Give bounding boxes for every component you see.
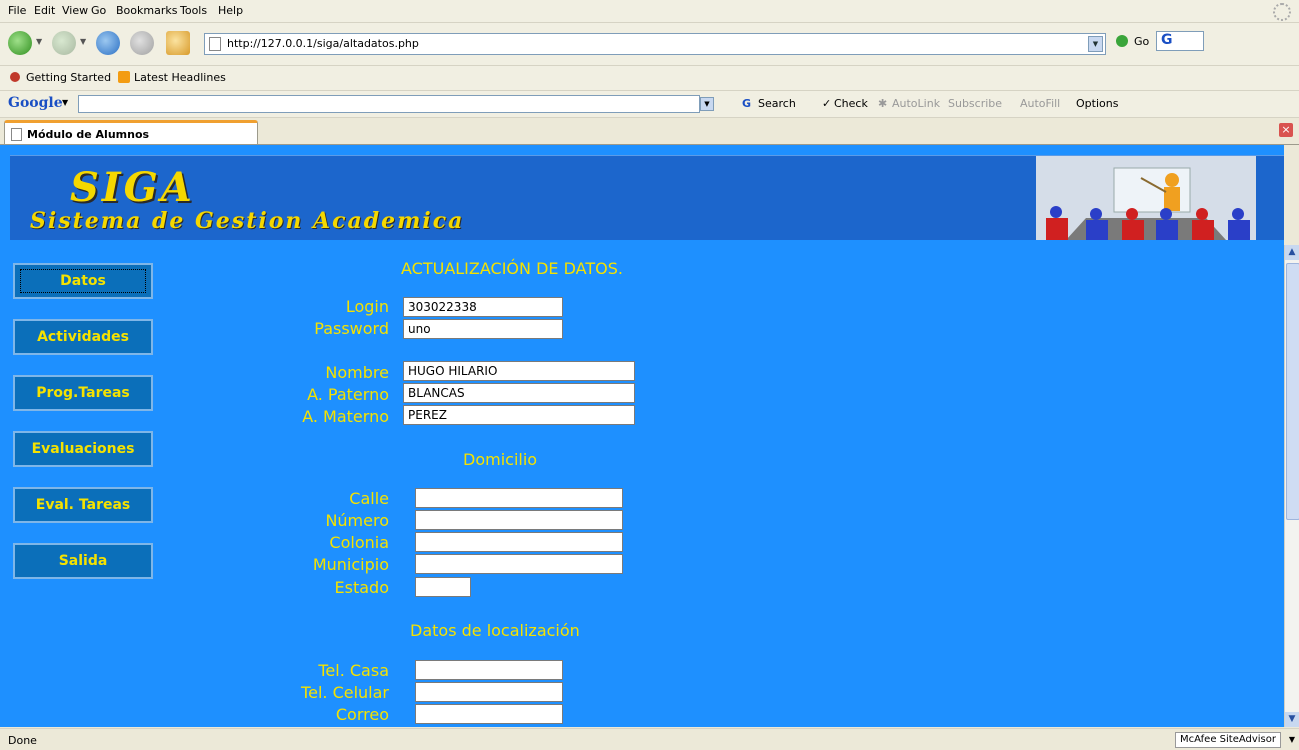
url-bar[interactable]: http://127.0.0.1/siga/altadatos.php ▼: [204, 33, 1106, 55]
scroll-up-icon[interactable]: ▲: [1285, 245, 1299, 260]
materno-input[interactable]: PEREZ: [403, 405, 635, 425]
login-label: Login: [345, 297, 389, 316]
rss-icon: [118, 71, 130, 83]
estado-label: Estado: [334, 578, 389, 597]
google-mini-search[interactable]: G: [1156, 31, 1204, 51]
tab-strip: Módulo de Alumnos ×: [0, 118, 1299, 145]
focus-ring: [20, 269, 146, 293]
page-icon: [209, 37, 221, 51]
url-text: http://127.0.0.1/siga/altadatos.php: [227, 37, 419, 50]
password-input[interactable]: uno: [403, 319, 563, 339]
firefox-icon: [10, 72, 20, 82]
google-menu-dropdown-icon[interactable]: ▼: [62, 98, 68, 107]
autolink-icon: ✱: [878, 97, 888, 110]
evaluaciones-button[interactable]: Evaluaciones: [13, 431, 153, 467]
vertical-scrollbar[interactable]: ▲ ▼: [1284, 245, 1299, 727]
nombre-label: Nombre: [325, 363, 389, 382]
menu-go[interactable]: Go: [91, 4, 106, 17]
google-logo[interactable]: Google: [8, 95, 63, 111]
numero-input[interactable]: [415, 510, 623, 530]
check-icon: ✓: [822, 97, 832, 110]
calle-label: Calle: [349, 489, 389, 508]
paterno-label: A. Paterno: [307, 385, 389, 404]
siga-banner: SIGA Sistema de Gestion Academica: [10, 155, 1284, 240]
nombre-input[interactable]: HUGO HILARIO: [403, 361, 635, 381]
menu-bookmarks[interactable]: Bookmarks: [116, 4, 177, 17]
status-bar: Done McAfee SiteAdvisor ▼: [0, 728, 1299, 750]
correo-input[interactable]: [415, 704, 563, 724]
tel-celular-label: Tel. Celular: [301, 683, 389, 702]
go-button[interactable]: Go: [1134, 35, 1149, 48]
google-subscribe-button[interactable]: Subscribe: [948, 97, 1002, 110]
bookmark-latest-headlines[interactable]: Latest Headlines: [134, 71, 226, 84]
google-options-button[interactable]: Options: [1076, 97, 1118, 110]
google-g-icon: G: [742, 97, 752, 110]
municipio-input[interactable]: [415, 554, 623, 574]
eval-tareas-button[interactable]: Eval. Tareas: [13, 487, 153, 523]
correo-label: Correo: [335, 705, 389, 724]
colonia-label: Colonia: [329, 533, 389, 552]
throbber-icon: [1273, 3, 1291, 21]
forward-icon[interactable]: [52, 31, 76, 55]
prog-tareas-button[interactable]: Prog.Tareas: [13, 375, 153, 411]
scroll-thumb[interactable]: [1286, 263, 1299, 520]
actividades-button[interactable]: Actividades: [13, 319, 153, 355]
numero-label: Número: [325, 511, 389, 530]
page-content: SIGA Sistema de Gestion Academica Datos: [0, 145, 1284, 727]
go-icon[interactable]: [1116, 35, 1128, 47]
mcafee-siteadvisor-button[interactable]: McAfee SiteAdvisor: [1175, 732, 1281, 748]
page-icon: [11, 128, 22, 141]
tel-casa-label: Tel. Casa: [318, 661, 389, 680]
google-search-input[interactable]: [78, 95, 700, 113]
google-toolbar: Google ▼ ▼ G Search ✓ Check ✱ AutoLink S…: [0, 91, 1299, 118]
back-icon[interactable]: [8, 31, 32, 55]
google-check-button[interactable]: Check: [834, 97, 868, 110]
classroom-image: [1036, 156, 1256, 240]
materno-label: A. Materno: [302, 407, 389, 426]
bookmark-getting-started[interactable]: Getting Started: [26, 71, 111, 84]
menu-tools[interactable]: Tools: [180, 4, 207, 17]
estado-input[interactable]: [415, 577, 471, 597]
bookmarks-toolbar: Getting Started Latest Headlines: [0, 66, 1299, 91]
google-autolink-button[interactable]: AutoLink: [892, 97, 940, 110]
status-text: Done: [8, 734, 37, 747]
google-autofill-button[interactable]: AutoFill: [1020, 97, 1060, 110]
forward-dropdown-icon[interactable]: ▼: [80, 37, 86, 46]
close-tab-icon[interactable]: ×: [1279, 123, 1293, 137]
salida-button[interactable]: Salida: [13, 543, 153, 579]
paterno-input[interactable]: BLANCAS: [403, 383, 635, 403]
form-title: ACTUALIZACIÓN DE DATOS.: [401, 259, 623, 278]
back-dropdown-icon[interactable]: ▼: [36, 37, 42, 46]
menu-edit[interactable]: Edit: [34, 4, 55, 17]
google-search-button[interactable]: Search: [758, 97, 796, 110]
localizacion-title: Datos de localización: [410, 621, 580, 640]
navigation-toolbar: ▼ ▼ http://127.0.0.1/siga/altadatos.php …: [0, 23, 1299, 66]
home-icon[interactable]: [166, 31, 190, 55]
tel-celular-input[interactable]: [415, 682, 563, 702]
url-dropdown-icon[interactable]: ▼: [1088, 36, 1103, 52]
mcafee-dropdown-icon[interactable]: ▼: [1289, 735, 1295, 744]
reload-icon[interactable]: [96, 31, 120, 55]
menu-help[interactable]: Help: [218, 4, 243, 17]
domicilio-title: Domicilio: [463, 450, 538, 469]
colonia-input[interactable]: [415, 532, 623, 552]
calle-input[interactable]: [415, 488, 623, 508]
municipio-label: Municipio: [312, 555, 389, 574]
stop-icon[interactable]: [130, 31, 154, 55]
tel-casa-input[interactable]: [415, 660, 563, 680]
password-label: Password: [314, 319, 389, 338]
scroll-down-icon[interactable]: ▼: [1285, 712, 1299, 727]
login-input[interactable]: 303022338: [403, 297, 563, 317]
datos-button[interactable]: Datos: [13, 263, 153, 299]
tab-title: Módulo de Alumnos: [27, 128, 150, 141]
menu-bar: File Edit View Go Bookmarks Tools Help: [0, 0, 1299, 23]
siga-subtitle: Sistema de Gestion Academica: [30, 208, 465, 234]
google-search-dropdown-icon[interactable]: ▼: [700, 97, 714, 111]
menu-file[interactable]: File: [8, 4, 26, 17]
siga-logo: SIGA: [70, 164, 195, 211]
menu-view[interactable]: View: [62, 4, 88, 17]
tab-modulo-alumnos[interactable]: Módulo de Alumnos: [4, 120, 258, 144]
